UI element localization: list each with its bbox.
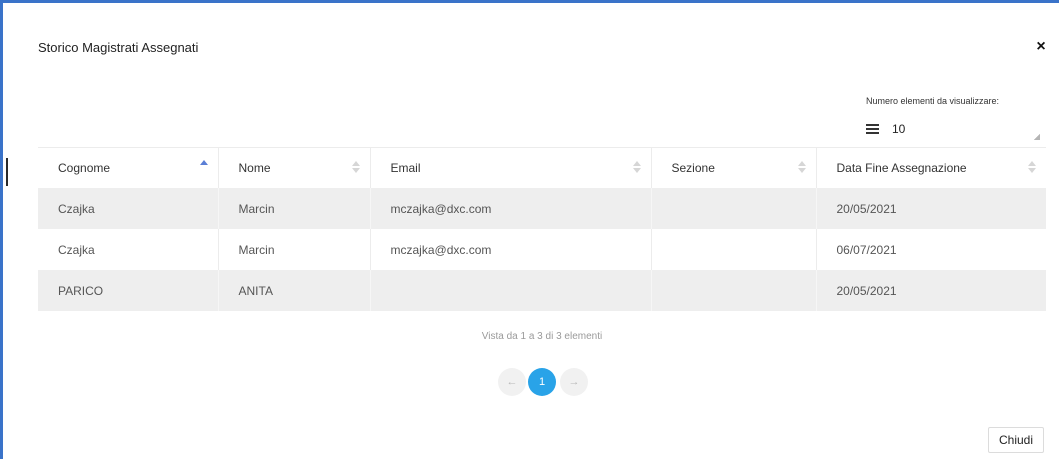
chiudi-button[interactable]: Chiudi — [988, 427, 1044, 453]
cell-cognome: Czajka — [38, 188, 218, 229]
column-header-email[interactable]: Email — [369, 147, 651, 188]
page-1-button[interactable]: 1 — [528, 368, 556, 396]
next-page-button[interactable]: → — [560, 368, 588, 396]
page-size-select[interactable]: 10 — [866, 122, 1042, 140]
cell-email: mczajka@dxc.com — [369, 229, 651, 270]
sort-icon[interactable] — [1028, 161, 1036, 175]
previous-page-button[interactable]: ← — [498, 368, 526, 396]
cell-sezione — [650, 188, 816, 229]
column-header-data-fine-assegnazione[interactable]: Data Fine Assegnazione — [815, 147, 1046, 188]
column-header-sezione[interactable]: Sezione — [650, 147, 816, 188]
cell-data-fine: 06/07/2021 — [815, 229, 1046, 270]
background-edge-marker — [6, 158, 8, 186]
page-size-value: 10 — [892, 122, 906, 136]
sort-icon[interactable] — [632, 161, 641, 175]
sort-ascending-icon[interactable] — [199, 160, 208, 174]
column-header-label: Sezione — [671, 161, 715, 175]
sort-icon[interactable] — [351, 161, 360, 175]
column-header-label: Nome — [238, 161, 271, 175]
table-row[interactable]: PARICO ANITA 20/05/2021 — [38, 270, 1046, 311]
modal-frame-left — [0, 0, 3, 459]
cell-sezione — [650, 270, 816, 311]
page-size-control: Numero elementi da visualizzare: 10 — [866, 96, 1046, 144]
table-row[interactable]: Czajka Marcin mczajka@dxc.com 06/07/2021 — [38, 229, 1046, 270]
cell-data-fine: 20/05/2021 — [815, 270, 1046, 311]
cell-cognome: Czajka — [38, 229, 218, 270]
assigned-magistrates-table: Cognome Nome Email Sezione Data Fine Ass… — [38, 147, 1046, 311]
table-row[interactable]: Czajka Marcin mczajka@dxc.com 20/05/2021 — [38, 188, 1046, 229]
table-header-row: Cognome Nome Email Sezione Data Fine Ass… — [38, 147, 1046, 188]
column-header-nome[interactable]: Nome — [217, 147, 370, 188]
column-header-label: Data Fine Assegnazione — [836, 161, 967, 175]
column-header-label: Email — [390, 161, 421, 175]
modal-title: Storico Magistrati Assegnati — [38, 40, 199, 55]
modal-frame-top — [0, 0, 1059, 3]
cell-sezione — [650, 229, 816, 270]
page-size-label: Numero elementi da visualizzare: — [866, 96, 1000, 106]
cell-nome: Marcin — [217, 188, 370, 229]
cell-data-fine: 20/05/2021 — [815, 188, 1046, 229]
cell-cognome: PARICO — [38, 270, 218, 311]
resize-handle-icon[interactable] — [1034, 134, 1040, 140]
menu-icon — [866, 124, 880, 134]
sort-icon[interactable] — [797, 161, 806, 175]
cell-nome: ANITA — [217, 270, 370, 311]
close-icon[interactable]: × — [1032, 38, 1050, 56]
column-header-label: Cognome — [58, 161, 111, 175]
column-header-cognome[interactable]: Cognome — [38, 147, 218, 188]
cell-email — [369, 270, 651, 311]
pagination-info: Vista da 1 a 3 di 3 elementi — [481, 331, 603, 342]
cell-email: mczajka@dxc.com — [369, 188, 651, 229]
cell-nome: Marcin — [217, 229, 370, 270]
